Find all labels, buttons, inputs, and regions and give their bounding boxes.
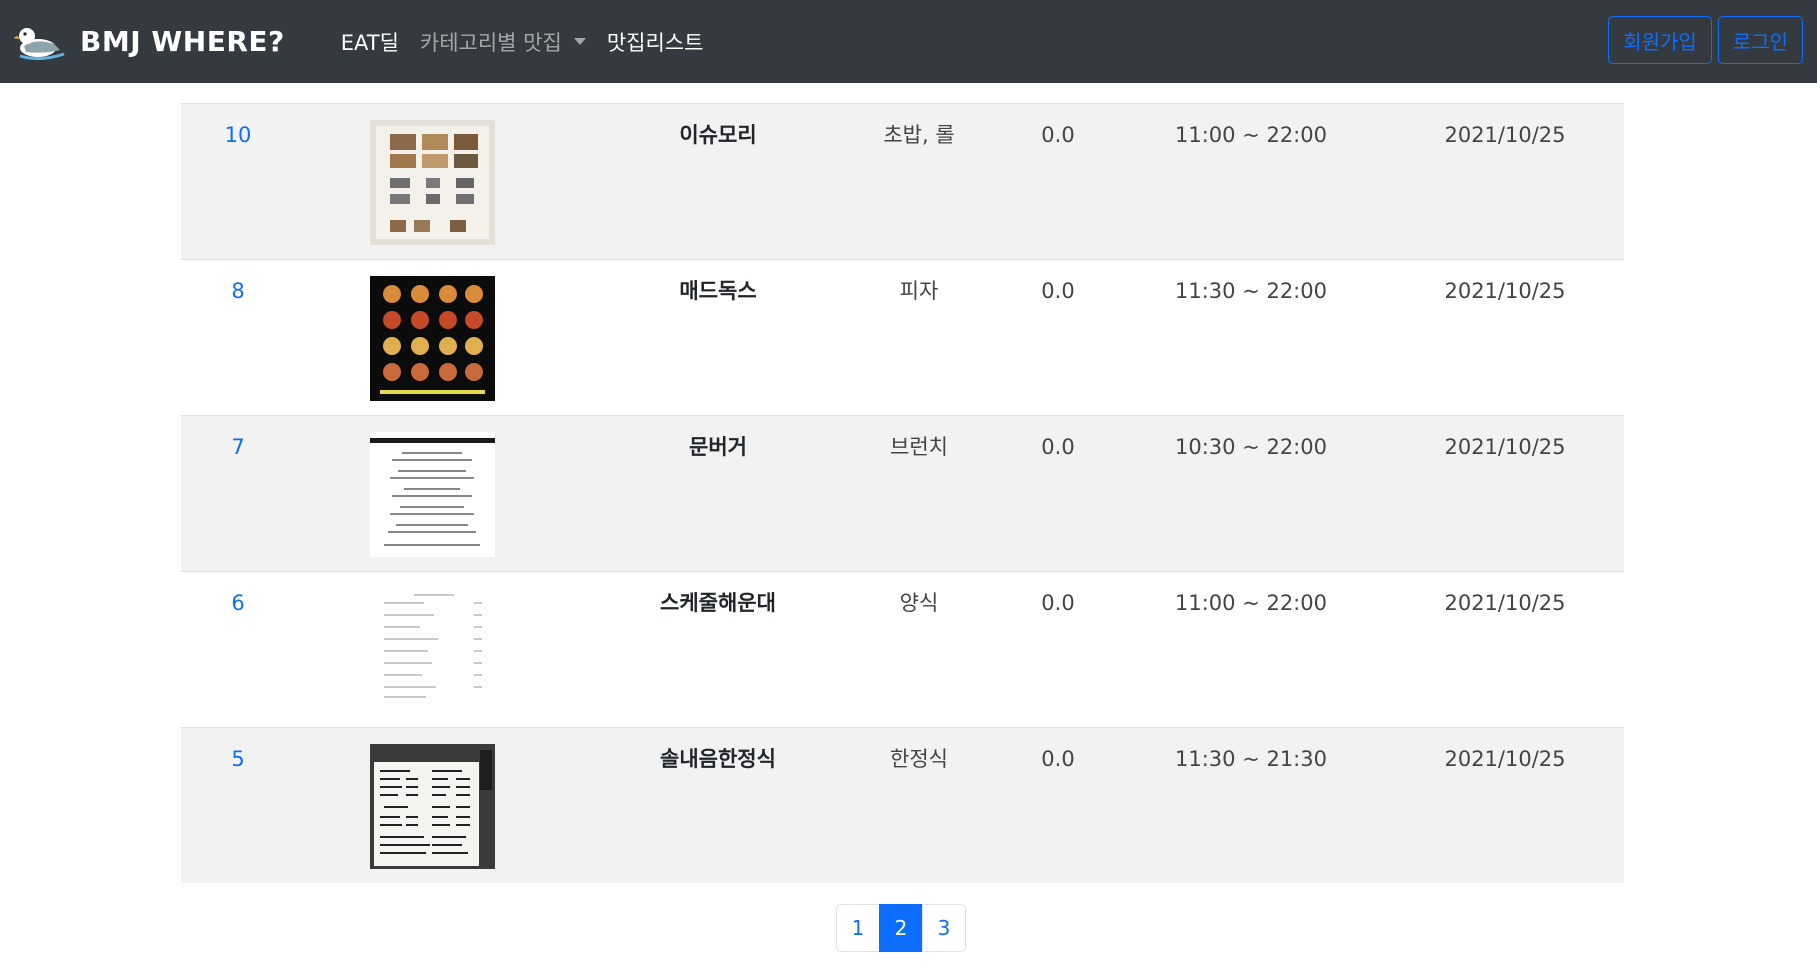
restaurant-date: 2021/10/25 [1444,279,1566,303]
auth-buttons: 회원가입 로그인 [1602,16,1803,64]
table-row[interactable]: 6 스케줄해운대 양식 0.0 11:00 ~ 22:00 2021/10/25 [181,571,1624,727]
page-3-button[interactable]: 3 [922,904,966,952]
menu-dark-image [370,276,495,401]
nav-category-dropdown[interactable]: 카테고리별 맛집 [420,27,586,57]
menu-thumbnail[interactable] [370,276,495,401]
caret-down-icon [573,38,586,45]
row-number-link[interactable]: 8 [181,277,295,305]
nav-restaurant-list[interactable]: 맛집리스트 [607,27,704,57]
brand[interactable]: BMJ WHERE? [14,20,285,64]
nav-restaurant-list-label: 맛집리스트 [606,30,704,55]
top-navbar: BMJ WHERE? EAT딜 카테고리별 맛집 맛집리스트 회원가입 로그인 [0,0,1817,83]
nav-category-label: 카테고리별 맛집 [419,30,562,55]
row-number-link[interactable]: 7 [181,433,295,461]
menu-thumbnail[interactable] [370,744,495,869]
table-row[interactable]: 7 문버거 브런치 0.0 10:30 ~ 22:00 2021/10/25 [181,415,1624,571]
row-number-link[interactable]: 6 [181,589,295,617]
nav-links: EAT딜 카테고리별 맛집 맛집리스트 [341,27,725,57]
nav-eat-deal-label: EAT딜 [340,30,399,55]
menu-thumbnail[interactable] [370,120,495,245]
table-row[interactable]: 10 이슈모리 초밥, 롤 0.0 11:00 ~ 22:00 2021/10/… [181,103,1624,259]
row-number-link[interactable]: 10 [181,121,295,149]
brand-name: BMJ WHERE? [80,25,285,58]
pagination: 1 2 3 [836,904,966,952]
row-number-link[interactable]: 5 [181,745,295,773]
login-button[interactable]: 로그인 [1717,16,1803,64]
seagull-logo-icon [14,27,65,60]
page-1-button[interactable]: 1 [836,904,880,952]
nav-eat-deal[interactable]: EAT딜 [341,27,399,57]
menu-text-image [370,432,495,557]
restaurant-date: 2021/10/25 [1444,435,1566,459]
page-2-button[interactable]: 2 [879,904,923,952]
menu-light-image [370,588,495,713]
restaurant-table: 10 이슈모리 초밥, 롤 0.0 11:00 ~ 22:00 2021/10/… [181,103,1624,883]
table-row[interactable]: 5 솔내음한정식 한정식 0.0 11:30 ~ 21:30 2021/10/2… [181,727,1624,883]
restaurant-date: 2021/10/25 [1444,747,1566,771]
restaurant-date: 2021/10/25 [1444,123,1566,147]
signup-button[interactable]: 회원가입 [1608,16,1712,64]
table-row[interactable]: 8 매드독스 피자 0.0 11:30 ~ 22:00 2021/10/25 [181,259,1624,415]
restaurant-date: 2021/10/25 [1444,591,1566,615]
menu-thumbnail[interactable] [370,588,495,713]
menu-thumbnail[interactable] [370,432,495,557]
menu-photo-image [370,120,495,245]
menu-board-image [370,744,495,869]
